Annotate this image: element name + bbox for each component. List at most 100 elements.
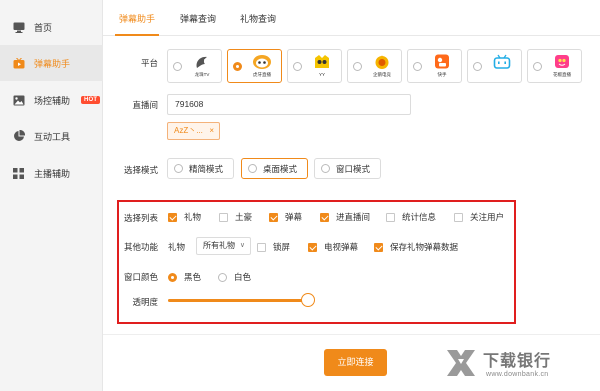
checkbox-gift[interactable]: 礼物 — [168, 211, 201, 223]
checkbox-label: 进直播间 — [336, 212, 371, 222]
chevron-down-icon: ∨ — [239, 242, 245, 249]
color-option-black[interactable]: 黑色 — [168, 271, 201, 283]
yy-logo-icon — [315, 55, 329, 68]
platform-option-huajiao[interactable]: 花椒直播 — [527, 49, 582, 83]
checkbox-danmu[interactable]: 弹幕 — [269, 211, 302, 223]
sidebar-item-danmu-assistant[interactable]: 弹幕助手 — [0, 45, 103, 81]
mode-option-simple[interactable]: 精简模式 — [167, 158, 234, 179]
mode-label: 选择模式 — [123, 165, 158, 175]
platform-radio[interactable] — [413, 62, 422, 71]
checkbox[interactable] — [168, 212, 177, 222]
opacity-slider-thumb[interactable] — [301, 293, 315, 307]
opacity-label: 透明度 — [132, 297, 158, 307]
room-id-input[interactable]: 791608 — [167, 94, 411, 115]
gift-filter-label: 礼物 — [168, 241, 185, 253]
tab-danmu-query[interactable]: 弹幕查询 — [178, 0, 218, 36]
opacity-slider-fill — [168, 299, 308, 302]
sidebar-item-label: 互动工具 — [34, 131, 71, 142]
checkbox-save-gift-data[interactable]: 保存礼物弹幕数据 — [374, 241, 458, 253]
sidebar-item-label: 场控辅助 — [34, 95, 71, 106]
checkbox-label: 礼物 — [184, 212, 202, 222]
checkbox-label: 关注用户 — [470, 212, 505, 222]
checkbox-tuhao[interactable]: 土豪 — [219, 211, 252, 223]
radio-label: 黑色 — [184, 272, 202, 282]
platform-name: 虎牙直播 — [253, 72, 271, 77]
sidebar-item-label: 首页 — [34, 22, 53, 33]
sidebar-item-field-control[interactable]: 场控辅助 HOT — [0, 82, 103, 118]
platform-label: 平台 — [140, 58, 158, 68]
checkbox-label: 锁屏 — [273, 242, 291, 252]
platform-option-kuaishou[interactable]: 快手 — [407, 49, 462, 83]
color-radio[interactable] — [168, 272, 177, 282]
room-tag: AzZ丶... × — [167, 122, 220, 140]
checkbox[interactable] — [257, 242, 266, 252]
color-radio[interactable] — [218, 272, 227, 282]
sidebar-item-label: 弹幕助手 — [34, 58, 71, 69]
tab-bar: 弹幕助手 弹幕查询 礼物查询 — [103, 0, 600, 36]
platform-option-huya[interactable]: 虎牙直播 — [227, 49, 282, 83]
checkbox-tv-danmu[interactable]: 电视弹幕 — [308, 241, 358, 253]
radio-label: 白色 — [234, 272, 252, 282]
select-value: 所有礼物 — [203, 241, 235, 250]
checkbox[interactable] — [308, 242, 317, 252]
color-option-white[interactable]: 白色 — [218, 271, 251, 283]
gift-filter-select[interactable]: 所有礼物 ∨ — [196, 237, 251, 255]
checkbox-label: 弹幕 — [285, 212, 303, 222]
grid-icon — [12, 167, 25, 179]
checkbox-follow-user[interactable]: 关注用户 — [454, 211, 504, 223]
platform-option-bilibili[interactable]: bilibili — [467, 49, 522, 83]
connect-button[interactable]: 立即连接 — [324, 349, 387, 376]
sidebar-item-interactive-tools[interactable]: 互动工具 — [0, 118, 103, 154]
platform-radio[interactable] — [293, 62, 302, 71]
downbank-logo-icon — [447, 350, 475, 376]
checkbox-enter-room[interactable]: 进直播间 — [320, 211, 370, 223]
checkbox-label: 电视弹幕 — [324, 242, 359, 252]
checkbox-statistics[interactable]: 统计信息 — [386, 211, 436, 223]
watermark-title: 下载银行 — [483, 353, 552, 370]
platform-radio[interactable] — [233, 62, 242, 71]
footer-divider — [103, 334, 600, 335]
sidebar-item-home[interactable]: 首页 — [0, 9, 103, 45]
window-color-label: 窗口颜色 — [123, 272, 158, 282]
huajiao-logo-icon — [555, 55, 569, 68]
mode-option-label: 窗口模式 — [336, 163, 371, 174]
mode-radio[interactable] — [174, 164, 183, 173]
platform-radio[interactable] — [353, 62, 362, 71]
monitor-icon — [12, 22, 25, 33]
platform-name: 快手 — [437, 72, 447, 77]
checkbox[interactable] — [454, 212, 463, 222]
mode-radio[interactable] — [248, 164, 257, 173]
gift-label: 礼物 — [168, 242, 186, 252]
checkbox[interactable] — [219, 212, 228, 222]
sidebar-item-label: 主播辅助 — [34, 168, 71, 179]
platform-name: 龙珠TV — [194, 72, 210, 77]
tag-close-icon[interactable]: × — [209, 123, 214, 139]
other-functions-label: 其他功能 — [123, 242, 158, 252]
mode-option-window[interactable]: 窗口模式 — [314, 158, 381, 179]
sidebar-item-anchor-assist[interactable]: 主播辅助 — [0, 155, 103, 191]
platform-option-penguin[interactable]: 企鹅电竞 — [347, 49, 402, 83]
mode-option-desktop[interactable]: 桌面模式 — [241, 158, 308, 179]
checkbox[interactable] — [386, 212, 395, 222]
mode-option-label: 桌面模式 — [263, 163, 298, 174]
platform-option-yy[interactable]: YY — [287, 49, 342, 83]
checkbox-lock-screen[interactable]: 锁屏 — [257, 241, 290, 253]
checkbox-label: 土豪 — [235, 212, 253, 222]
opacity-slider-track[interactable] — [168, 299, 308, 302]
longzhu-logo-icon — [196, 56, 207, 68]
platform-radio[interactable] — [533, 62, 542, 71]
checkbox-label: 保存礼物弹幕数据 — [390, 242, 459, 252]
platform-radio[interactable] — [173, 62, 182, 71]
tab-danmu-assistant[interactable]: 弹幕助手 — [115, 0, 159, 36]
bilibili-logo-icon — [493, 54, 511, 69]
platform-option-longzhu[interactable]: 龙珠TV — [167, 49, 222, 83]
checkbox[interactable] — [269, 212, 278, 222]
checkbox[interactable] — [374, 242, 383, 252]
platform-name: 花椒直播 — [553, 72, 571, 77]
watermark-url: www.downbank.cn — [486, 371, 549, 378]
mode-radio[interactable] — [321, 164, 330, 173]
platform-radio[interactable] — [473, 62, 482, 71]
tab-gift-query[interactable]: 礼物查询 — [238, 0, 278, 36]
chart-pie-icon — [12, 130, 25, 142]
checkbox[interactable] — [320, 212, 329, 222]
